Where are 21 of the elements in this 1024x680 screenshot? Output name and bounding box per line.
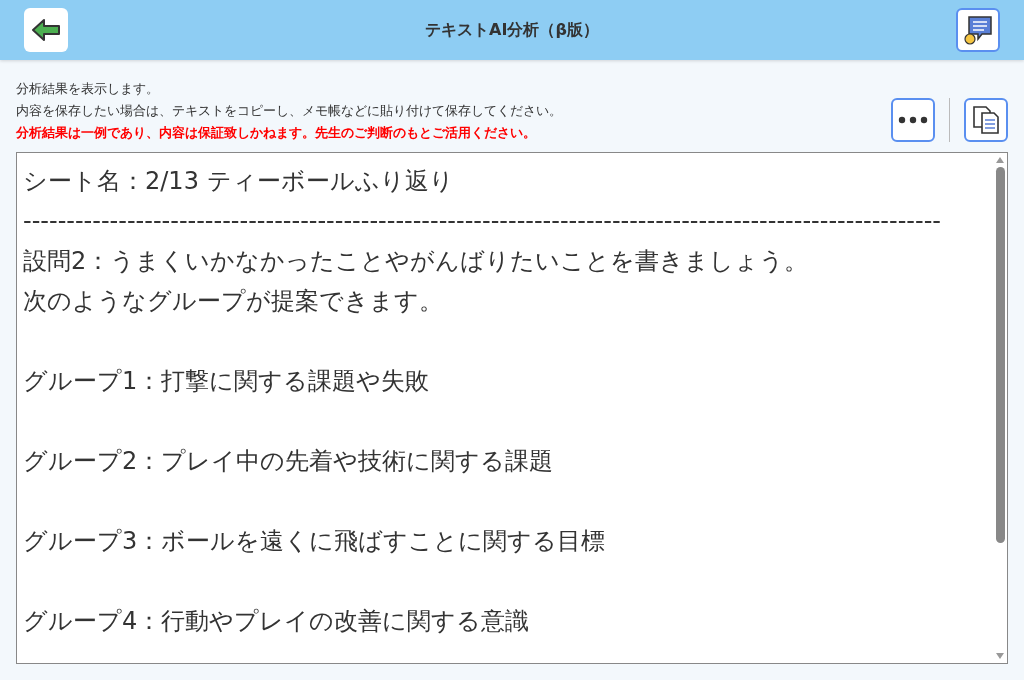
speech-bubble-icon (962, 14, 994, 46)
back-button[interactable] (24, 8, 68, 52)
warning-text: 分析結果は一例であり、内容は保証致しかねます。先生のご判断のもとご活用ください。 (16, 124, 537, 142)
feedback-button[interactable] (956, 8, 1000, 52)
more-icon (898, 116, 928, 124)
result-line: グループ4：行動やプレイの改善に関する意識 (23, 606, 531, 637)
info-text: 分析結果を表示します。 (16, 80, 160, 98)
copy-button[interactable] (964, 98, 1008, 142)
result-line: グループ1：打撃に関する課題や失敗 (23, 366, 431, 397)
result-line: ---------------------------------------------------------------------------------------------------------- (23, 206, 942, 237)
copy-icon (972, 105, 1000, 135)
info-text: 内容を保存したい場合は、テキストをコピーし、メモ帳などに貼り付けて保存してください。 (16, 102, 562, 120)
result-line: 次のようなグループが提案できます。 (23, 286, 444, 317)
result-line: グループ3：ボールを遠くに飛ばすことに関する目標 (23, 526, 607, 557)
more-button[interactable] (891, 98, 935, 142)
arrow-left-icon (31, 18, 61, 42)
result-line: 設問2：うまくいかなかったことやがんばりたいことを書きましょう。 (23, 246, 810, 277)
result-line: グループ2：プレイ中の先着や技術に関する課題 (23, 446, 555, 477)
result-text-area[interactable] (16, 152, 1008, 664)
result-line: シート名：2/13 ティーボールふり返り (23, 166, 455, 197)
window-title: テキストAI分析（β版） (425, 19, 599, 41)
